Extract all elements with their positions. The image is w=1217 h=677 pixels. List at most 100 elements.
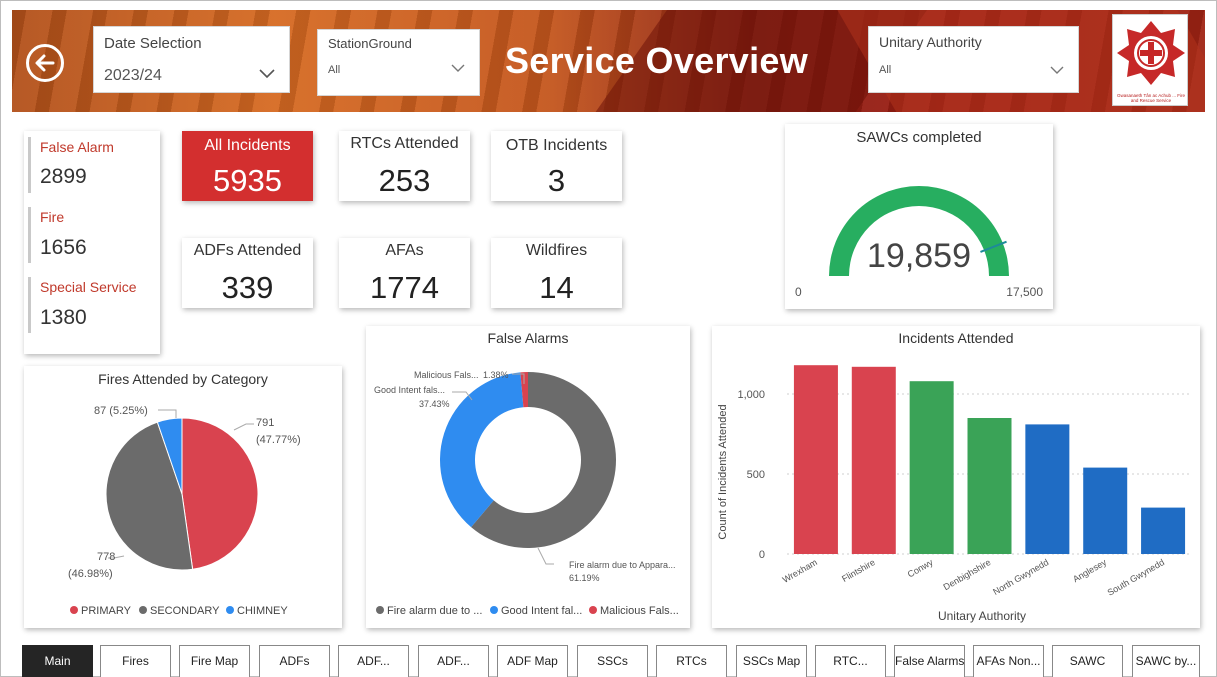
date-selection-slicer[interactable]: Date Selection 2023/24	[93, 26, 290, 93]
bar-north-gwynedd[interactable]	[1025, 424, 1070, 554]
fire-label: Fire	[40, 209, 65, 225]
x-tick-label: Wrexham	[781, 557, 819, 585]
label-leader	[233, 423, 254, 431]
kpi-label: OTB Incidents	[505, 137, 608, 154]
legend-label-malicious: Malicious Fals...	[600, 605, 679, 617]
incidents-bar-chart: 0 500 1,000 Wrexham Flintshire Conwy Denbighs…	[717, 365, 1192, 623]
fires-by-category-card[interactable]: Fires Attended by Category 87 (5.25%) 79…	[24, 366, 342, 628]
donut-label-malicious: Malicious Fals...	[414, 370, 479, 380]
unitary-authority-slicer[interactable]: Unitary Authority All	[868, 26, 1079, 93]
label-leader	[537, 547, 554, 565]
chevron-down-icon	[259, 69, 275, 79]
pie-label-primary: 791	[256, 417, 274, 429]
unitary-authority-value: All	[879, 64, 892, 76]
donut-slice-good-intent[interactable]	[440, 372, 524, 528]
legend-dot-good-intent	[490, 606, 498, 614]
gauge-value: 19,859	[867, 237, 971, 275]
bar-conwy[interactable]	[909, 381, 954, 554]
donut-pct-malicious: 1.38%	[483, 370, 509, 380]
chevron-down-icon	[1050, 66, 1064, 74]
bar-south-gwynedd[interactable]	[1141, 507, 1186, 554]
tab-adfs[interactable]: ADFs	[259, 645, 330, 677]
tab-adf[interactable]: ADF...	[338, 645, 409, 677]
kpi-adfs-attended[interactable]: ADFs Attended 339	[182, 238, 313, 308]
kpi-label: Wildfires	[525, 242, 588, 259]
tab-false-alarms[interactable]: False Alarms	[894, 645, 965, 677]
legend-dot-primary	[70, 606, 78, 614]
kpi-afas[interactable]: AFAs 1774	[339, 238, 470, 308]
y-axis-title: Count of Incidents Attended	[717, 404, 729, 539]
false-alarm-label: False Alarm	[40, 139, 114, 155]
tab-fire-map[interactable]: Fire Map	[179, 645, 250, 677]
kpi-value: 253	[378, 163, 431, 198]
label-leader	[158, 409, 177, 418]
tab-adf[interactable]: ADF...	[418, 645, 489, 677]
fire-service-logo: Gwasanaeth Tân ac Achub ... Fire and Res…	[1112, 14, 1188, 106]
incidents-attended-card[interactable]: Incidents Attended 0 500 1,000 Wrexham Flin…	[712, 326, 1200, 628]
kpi-all-incidents[interactable]: All Incidents 5935	[182, 131, 313, 201]
crest-icon	[1117, 21, 1185, 85]
donut-label-good-intent: Good Intent fals...	[374, 385, 445, 395]
kpi-otb-incidents[interactable]: OTB Incidents 3	[491, 131, 622, 201]
legend-dot-chimney	[226, 606, 234, 614]
incident-type-card: False Alarm 2899 Fire 1656 Special Servi…	[24, 131, 160, 354]
tab-rtcs[interactable]: RTCs	[656, 645, 727, 677]
kpi-label: AFAs	[385, 242, 424, 259]
tab-sscs-map[interactable]: SSCs Map	[736, 645, 807, 677]
station-ground-slicer[interactable]: StationGround All	[317, 29, 480, 96]
pie-slice-primary[interactable]	[181, 417, 259, 570]
kpi-value: 14	[539, 270, 574, 305]
fire-value: 1656	[40, 236, 87, 259]
tab-adf-map[interactable]: ADF Map	[497, 645, 568, 677]
bar-wrexham[interactable]	[793, 365, 838, 554]
false-alarm-value: 2899	[40, 165, 87, 188]
false-alarms-donut-chart: Malicious Fals... 1.38% Good Intent fals…	[374, 370, 679, 617]
special-service-value: 1380	[40, 306, 87, 329]
x-tick-label: Flintshire	[840, 557, 877, 584]
legend-dot-malicious	[589, 606, 597, 614]
legend-label-primary: PRIMARY	[81, 605, 132, 617]
date-selection-label: Date Selection	[104, 35, 202, 52]
kpi-value: 1774	[370, 270, 439, 305]
back-button[interactable]	[26, 44, 64, 82]
y-tick-label: 1,000	[737, 389, 765, 401]
fires-pie-chart: 87 (5.25%) 791 (47.77%) 778 (46.98%) PRI…	[68, 405, 301, 617]
kpi-value: 3	[547, 163, 566, 198]
x-tick-label: North Gwynedd	[991, 557, 1050, 597]
special-service-label: Special Service	[40, 279, 137, 295]
false-alarms-card[interactable]: False Alarms Malicious Fals... 1.38% Goo…	[366, 326, 690, 628]
kpi-label: ADFs Attended	[193, 242, 302, 259]
x-tick-label: Denbighshire	[942, 557, 993, 592]
legend-label-good-intent: Good Intent fal...	[501, 605, 582, 617]
station-ground-label: StationGround	[328, 36, 412, 51]
bar-flintshire[interactable]	[851, 366, 896, 554]
kpi-wildfires[interactable]: Wildfires 14	[491, 238, 622, 308]
kpi-value: 339	[221, 270, 274, 305]
tab-sawc[interactable]: SAWC	[1052, 645, 1123, 677]
arrow-left-icon	[35, 54, 55, 72]
bar-anglesey[interactable]	[1083, 467, 1128, 554]
tab-main[interactable]: Main	[22, 645, 93, 677]
tab-fires[interactable]: Fires	[100, 645, 171, 677]
donut-label-fire-alarm: Fire alarm due to Appara...	[569, 560, 676, 570]
tab-rtc[interactable]: RTC...	[815, 645, 886, 677]
tab-sscs[interactable]: SSCs	[577, 645, 648, 677]
sawc-gauge-card[interactable]: SAWCs completed 19,859 0 17,500	[785, 124, 1053, 309]
pie-pct-secondary: (46.98%)	[68, 568, 113, 580]
logo-caption: Gwasanaeth Tân ac Achub ... Fire and Res…	[1117, 93, 1185, 103]
page-title: Service Overview	[505, 40, 809, 81]
legend-dot-fire-alarm	[376, 606, 384, 614]
bar-denbighshire[interactable]	[967, 418, 1012, 554]
x-axis-title: Unitary Authority	[938, 609, 1026, 623]
station-ground-value: All	[328, 64, 341, 76]
kpi-rtcs-attended[interactable]: RTCs Attended 253	[339, 131, 470, 201]
chevron-down-icon	[451, 64, 465, 72]
divider	[28, 137, 31, 193]
y-tick-label: 0	[759, 549, 765, 561]
x-tick-label: Conwy	[906, 557, 935, 580]
kpi-label: All Incidents	[204, 137, 291, 154]
tab-afas-non[interactable]: AFAs Non...	[973, 645, 1044, 677]
tab-sawc-by[interactable]: SAWC by...	[1132, 645, 1200, 677]
gauge-min-label: 0	[795, 285, 802, 299]
x-tick-label: Anglesey	[1071, 557, 1108, 584]
